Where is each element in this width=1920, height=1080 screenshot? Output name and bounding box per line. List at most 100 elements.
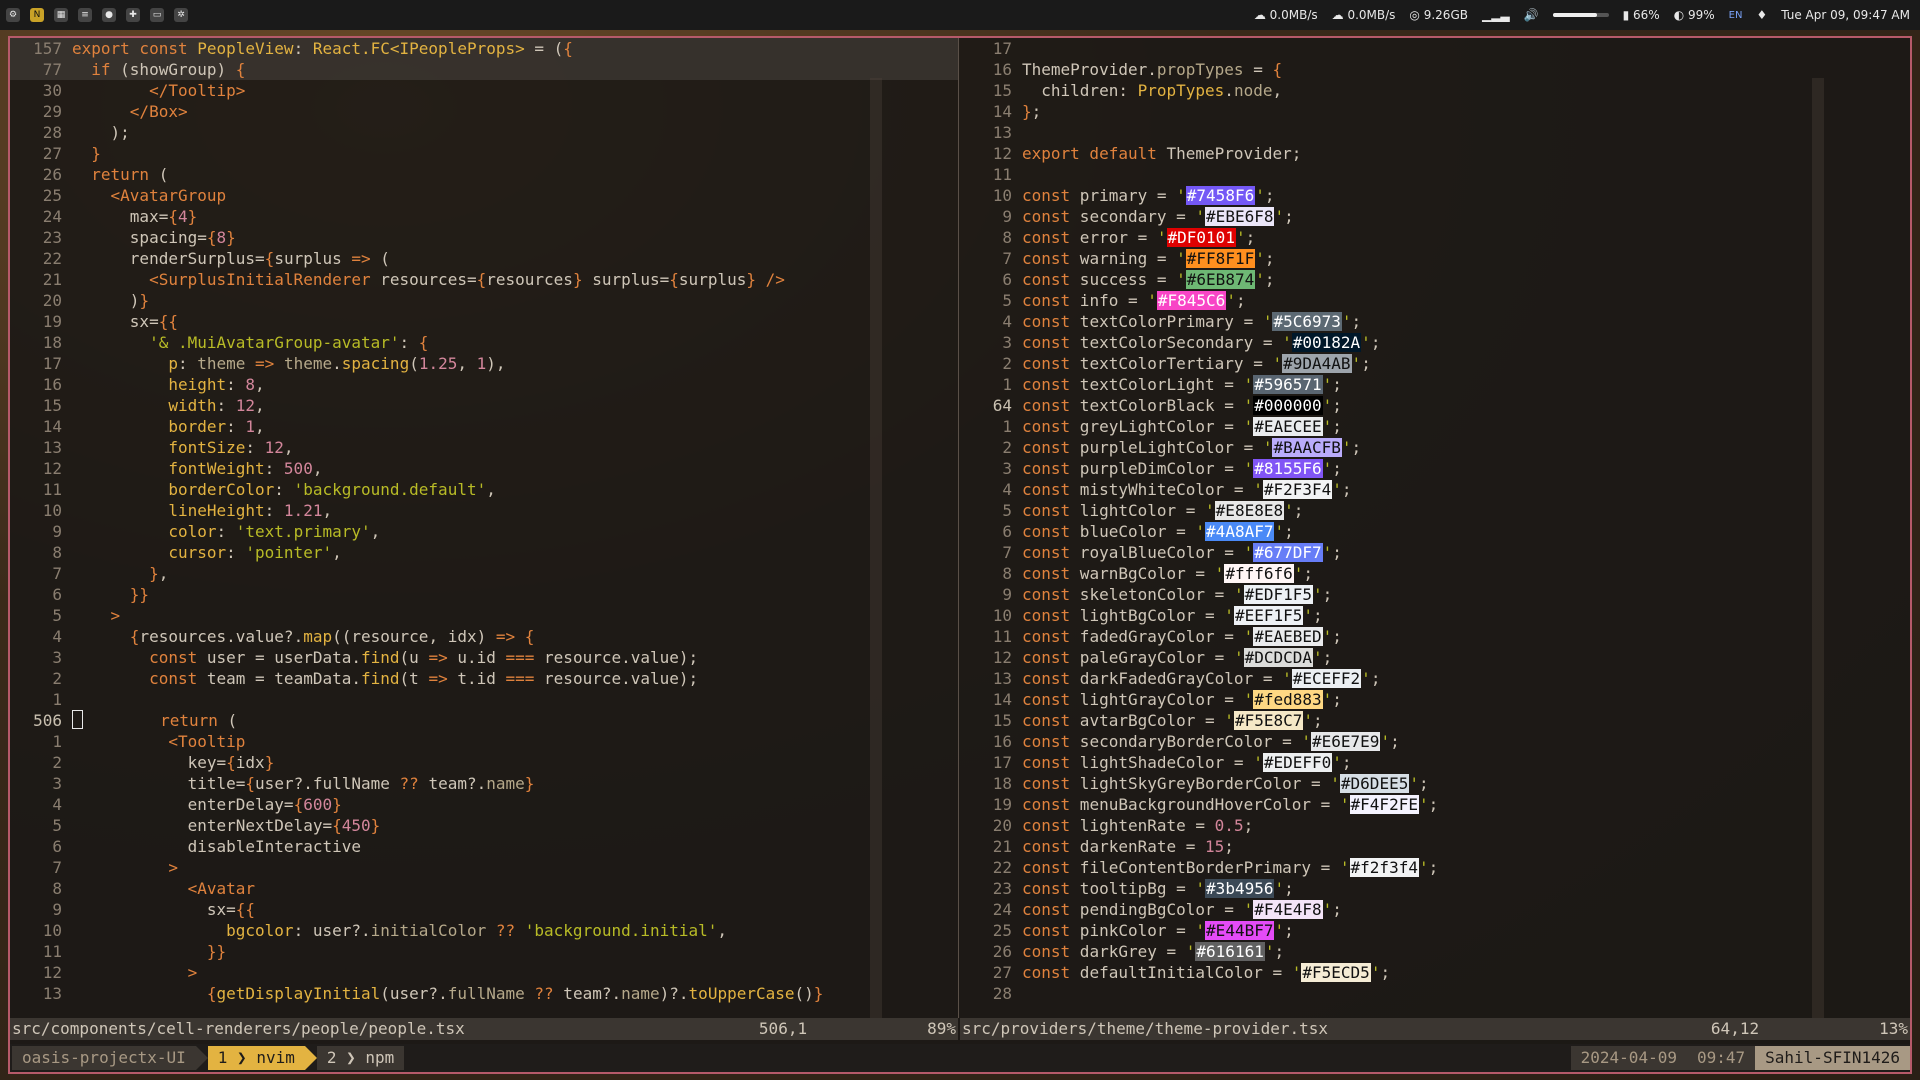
settings-icon[interactable]: ✲ — [174, 8, 188, 22]
code-line[interactable]: 5 enterNextDelay={450} — [10, 815, 958, 836]
code-line[interactable]: 30 </Tooltip> — [10, 80, 958, 101]
code-line[interactable]: 10 const lightBgColor = '#EEF1F5'; — [960, 605, 1910, 626]
code-line[interactable]: 7 > — [10, 857, 958, 878]
code-line[interactable]: 18 '& .MuiAvatarGroup-avatar': { — [10, 332, 958, 353]
github-icon[interactable]: ● — [102, 8, 116, 22]
code-line[interactable]: 157 export const PeopleView: React.FC<IPe… — [10, 38, 958, 59]
code-line[interactable]: 7 }, — [10, 563, 958, 584]
code-line[interactable]: 19 const menuBackgroundHoverColor = '#F4F… — [960, 794, 1910, 815]
right-pane-scrollbar[interactable] — [1812, 78, 1824, 1018]
code-line[interactable]: 3 title={user?.fullName ?? team?.name} — [10, 773, 958, 794]
code-line[interactable]: 8 <Avatar — [10, 878, 958, 899]
code-line[interactable]: 3 const purpleDimColor = '#8155F6'; — [960, 458, 1910, 479]
datetime[interactable]: Tue Apr 09, 09:47 AM — [1781, 8, 1910, 22]
code-line[interactable]: 24 const pendingBgColor = '#F4E4F8'; — [960, 899, 1910, 920]
code-line[interactable]: 14 border: 1, — [10, 416, 958, 437]
tmux-window-1[interactable]: 1 ❯ nvim — [207, 1046, 305, 1070]
code-line[interactable]: 13 {getDisplayInitial(user?.fullName ?? … — [10, 983, 958, 1004]
code-line[interactable]: 28 — [960, 983, 1910, 1004]
code-line[interactable]: 23 spacing={8} — [10, 227, 958, 248]
code-line[interactable]: 3 const textColorSecondary = '#00182A'; — [960, 332, 1910, 353]
code-line[interactable]: 16 ThemeProvider.propTypes = { — [960, 59, 1910, 80]
tmux-session-name[interactable]: oasis-projectx-UI — [12, 1046, 196, 1070]
code-line[interactable]: 1 const textColorLight = '#596571'; — [960, 374, 1910, 395]
code-line[interactable]: 19 sx={{ — [10, 311, 958, 332]
code-line[interactable]: 7 const royalBlueColor = '#677DF7'; — [960, 542, 1910, 563]
media-icon[interactable]: ▁▂▃ — [1482, 8, 1510, 22]
code-line[interactable]: 28 ); — [10, 122, 958, 143]
code-line[interactable]: 26 return ( — [10, 164, 958, 185]
code-line[interactable]: 21 <SurplusInitialRenderer resources={re… — [10, 269, 958, 290]
code-line[interactable]: 15 width: 12, — [10, 395, 958, 416]
code-line[interactable]: 64 const textColorBlack = '#000000'; — [960, 395, 1910, 416]
code-line[interactable]: 25 <AvatarGroup — [10, 185, 958, 206]
system-menu-icon[interactable]: ⚙ — [6, 8, 20, 22]
grid-icon[interactable]: ▦ — [54, 8, 68, 22]
code-line[interactable]: 1 — [10, 689, 958, 710]
code-line[interactable]: 8 const warnBgColor = '#fff6f6'; — [960, 563, 1910, 584]
terminal-window[interactable]: 157 export const PeopleView: React.FC<IPe… — [8, 36, 1912, 1074]
code-line[interactable]: 25 const pinkColor = '#E44BF7'; — [960, 920, 1910, 941]
code-line[interactable]: 13 fontSize: 12, — [10, 437, 958, 458]
code-line[interactable]: 21 const darkenRate = 15; — [960, 836, 1910, 857]
code-line[interactable]: 6 disableInteractive — [10, 836, 958, 857]
code-line[interactable]: 9 sx={{ — [10, 899, 958, 920]
code-line[interactable]: 16 height: 8, — [10, 374, 958, 395]
code-line[interactable]: 8 const error = '#DF0101'; — [960, 227, 1910, 248]
code-line[interactable]: 27 } — [10, 143, 958, 164]
database-icon[interactable]: ≡ — [78, 8, 92, 22]
code-line[interactable]: 9 color: 'text.primary', — [10, 521, 958, 542]
window-icon[interactable]: ▭ — [150, 8, 164, 22]
code-line[interactable]: 11 borderColor: 'background.default', — [10, 479, 958, 500]
pane-divider[interactable] — [958, 38, 959, 1018]
left-pane-scrollbar[interactable] — [870, 78, 882, 1018]
code-line[interactable]: 17 const lightShadeColor = '#EDEFF0'; — [960, 752, 1910, 773]
code-line[interactable]: 18 const lightSkyGreyBorderColor = '#D6DE… — [960, 773, 1910, 794]
apps-icon[interactable]: ✚ — [126, 8, 140, 22]
code-line[interactable]: 16 const secondaryBorderColor = '#E6E7E9'… — [960, 731, 1910, 752]
workspace-active[interactable]: N — [30, 8, 44, 22]
code-line[interactable]: 12 fontWeight: 500, — [10, 458, 958, 479]
volume-icon[interactable]: 🔊 — [1524, 8, 1539, 22]
code-line[interactable]: 11 — [960, 164, 1910, 185]
code-line[interactable]: 24 max={4} — [10, 206, 958, 227]
code-line[interactable]: 11 }} — [10, 941, 958, 962]
code-line[interactable]: 77 if (showGroup) { — [10, 59, 958, 80]
code-line[interactable]: 17 p: theme => theme.spacing(1.25, 1), — [10, 353, 958, 374]
code-line[interactable]: 8 cursor: 'pointer', — [10, 542, 958, 563]
volume-slider[interactable] — [1552, 13, 1609, 17]
code-line[interactable]: 4 enterDelay={600} — [10, 794, 958, 815]
code-line[interactable]: 20 const lightenRate = 0.5; — [960, 815, 1910, 836]
code-line[interactable]: 27 const defaultInitialColor = '#F5ECD5'; — [960, 962, 1910, 983]
language-indicator[interactable]: EN — [1729, 10, 1743, 21]
code-line[interactable]: 14}; — [960, 101, 1910, 122]
code-line[interactable]: 2 key={idx} — [10, 752, 958, 773]
code-line[interactable]: 11 const fadedGrayColor = '#EAEBED'; — [960, 626, 1910, 647]
code-line[interactable]: 15 const avtarBgColor = '#F5E8C7'; — [960, 710, 1910, 731]
code-line[interactable]: 10 bgcolor: user?.initialColor ?? 'backg… — [10, 920, 958, 941]
code-line[interactable]: 15 children: PropTypes.node, — [960, 80, 1910, 101]
code-line[interactable]: 22 renderSurplus={surplus => ( — [10, 248, 958, 269]
code-line[interactable]: 9 const skeletonColor = '#EDF1F5'; — [960, 584, 1910, 605]
code-line[interactable]: 6 const blueColor = '#4A8AF7'; — [960, 521, 1910, 542]
code-line[interactable]: 506 return ( — [10, 710, 958, 731]
code-line[interactable]: 6 const success = '#6EB874'; — [960, 269, 1910, 290]
code-line[interactable]: 4 const textColorPrimary = '#5C6973'; — [960, 311, 1910, 332]
code-line[interactable]: 4 {resources.value?.map((resource, idx) … — [10, 626, 958, 647]
code-line[interactable]: 6 }} — [10, 584, 958, 605]
code-line[interactable]: 1 <Tooltip — [10, 731, 958, 752]
code-line[interactable]: 7 const warning = '#FF8F1F'; — [960, 248, 1910, 269]
code-line[interactable]: 2 const purpleLightColor = '#BAACFB'; — [960, 437, 1910, 458]
code-line[interactable]: 10 lineHeight: 1.21, — [10, 500, 958, 521]
code-line[interactable]: 13 — [960, 122, 1910, 143]
code-line[interactable]: 22 const fileContentBorderPrimary = '#f2f… — [960, 857, 1910, 878]
code-line[interactable]: 12 export default ThemeProvider; — [960, 143, 1910, 164]
code-line[interactable]: 20 )} — [10, 290, 958, 311]
editor-pane-left[interactable]: 157 export const PeopleView: React.FC<IPe… — [10, 38, 958, 1018]
code-line[interactable]: 12 const paleGrayColor = '#DCDCDA'; — [960, 647, 1910, 668]
code-line[interactable]: 5 const lightColor = '#E8E8E8'; — [960, 500, 1910, 521]
code-line[interactable]: 10 const primary = '#7458F6'; — [960, 185, 1910, 206]
editor-pane-right[interactable]: 17 16 ThemeProvider.propTypes = {15 childr… — [960, 38, 1910, 1018]
code-line[interactable]: 4 const mistyWhiteColor = '#F2F3F4'; — [960, 479, 1910, 500]
notification-icon[interactable]: ♦ — [1756, 8, 1767, 22]
